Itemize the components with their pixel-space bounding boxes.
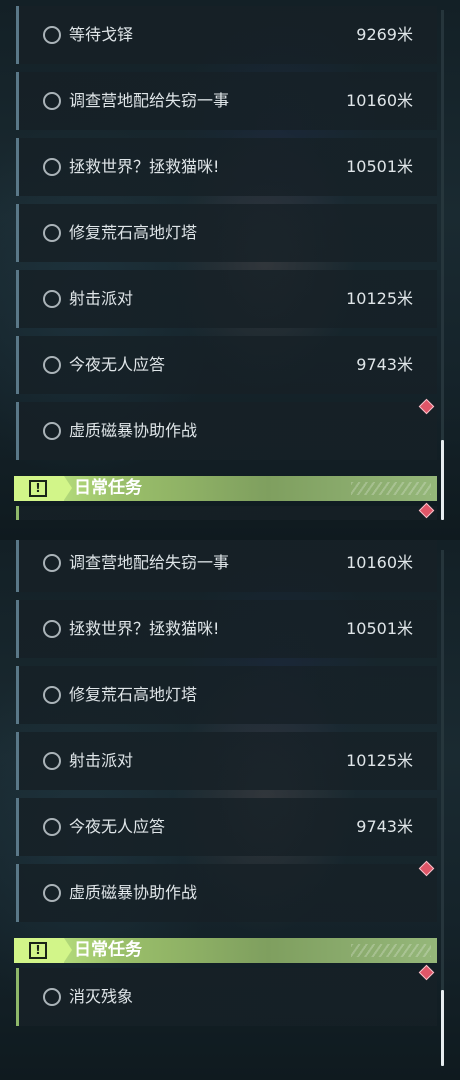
exclamation-icon: !	[29, 942, 47, 959]
radio-icon	[43, 422, 61, 440]
radio-icon	[43, 158, 61, 176]
quest-panel-bottom: 调查营地配给失窃一事 10160米 拯救世界？拯救猫咪! 10501米 修复荒石…	[0, 540, 460, 1080]
quest-distance: 9743米	[356, 817, 413, 836]
quest-row[interactable]: 虚质磁暴协助作战	[16, 864, 437, 922]
quest-name: 修复荒石高地灯塔	[69, 223, 198, 242]
quest-name: 虚质磁暴协助作战	[69, 883, 198, 902]
quest-row[interactable]: 修复荒石高地灯塔	[16, 666, 437, 724]
quest-name: 今夜无人应答	[69, 355, 166, 374]
section-title: 日常任务	[74, 940, 142, 960]
quest-row[interactable]: 调查营地配给失窃一事 10160米	[16, 540, 437, 592]
decor-stripes	[351, 482, 431, 495]
quest-distance: 10501米	[346, 619, 413, 638]
quest-name: 拯救世界？拯救猫咪!	[69, 619, 220, 638]
scrollbar-thumb[interactable]	[441, 440, 444, 520]
quest-row[interactable]: 等待戈铎 9269米	[16, 6, 437, 64]
radio-icon	[43, 988, 61, 1006]
quest-row[interactable]: 射击派对 10125米	[16, 732, 437, 790]
quest-list: 调查营地配给失窃一事 10160米 拯救世界？拯救猫咪! 10501米 修复荒石…	[0, 540, 460, 1080]
quest-row[interactable]: 调查营地配给失窃一事 10160米	[16, 72, 437, 130]
quest-name: 今夜无人应答	[69, 817, 166, 836]
quest-name: 拯救世界？拯救猫咪!	[69, 157, 220, 176]
radio-icon	[43, 92, 61, 110]
quest-row[interactable]: 拯救世界？拯救猫咪! 10501米	[16, 138, 437, 196]
section-tag: !	[14, 938, 64, 963]
radio-icon	[43, 290, 61, 308]
quest-row[interactable]: 拯救世界？拯救猫咪! 10501米	[16, 600, 437, 658]
scrollbar-track[interactable]	[441, 550, 444, 1066]
quest-name: 修复荒石高地灯塔	[69, 685, 198, 704]
quest-distance: 10125米	[346, 751, 413, 770]
exclamation-icon: !	[29, 480, 47, 497]
quest-name: 调查营地配给失窃一事	[69, 91, 230, 110]
quest-panel-top: 等待戈铎 9269米 调查营地配给失窃一事 10160米 拯救世界？拯救猫咪! …	[0, 0, 460, 540]
radio-icon	[43, 224, 61, 242]
radio-icon	[43, 356, 61, 374]
quest-row[interactable]: 今夜无人应答 9743米	[16, 336, 437, 394]
quest-row[interactable]: 今夜无人应答 9743米	[16, 798, 437, 856]
quest-distance: 10125米	[346, 289, 413, 308]
radio-icon	[43, 752, 61, 770]
quest-row[interactable]: 射击派对 10125米	[16, 270, 437, 328]
daily-quest-row[interactable]: 消灭残象	[16, 968, 437, 1026]
quest-distance: 9269米	[356, 25, 413, 44]
quest-row[interactable]: 虚质磁暴协助作战	[16, 402, 437, 460]
radio-icon	[43, 818, 61, 836]
section-title: 日常任务	[74, 478, 142, 498]
quest-name: 等待戈铎	[69, 25, 134, 44]
scrollbar-thumb[interactable]	[441, 990, 444, 1066]
radio-icon	[43, 686, 61, 704]
quest-distance: 10501米	[346, 157, 413, 176]
quest-list: 等待戈铎 9269米 调查营地配给失窃一事 10160米 拯救世界？拯救猫咪! …	[0, 0, 460, 540]
quest-distance: 10160米	[346, 553, 413, 572]
radio-icon	[43, 26, 61, 44]
radio-icon	[43, 884, 61, 902]
tag-arrow	[64, 476, 72, 500]
quest-name: 虚质磁暴协助作战	[69, 421, 198, 440]
quest-name: 消灭残象	[69, 987, 134, 1006]
section-header-daily[interactable]: ! 日常任务	[14, 476, 437, 501]
decor-stripes	[351, 944, 431, 957]
tag-arrow	[64, 938, 72, 962]
quest-name: 射击派对	[69, 289, 134, 308]
radio-icon	[43, 620, 61, 638]
section-tag: !	[14, 476, 64, 501]
quest-name: 调查营地配给失窃一事	[69, 553, 230, 572]
quest-row[interactable]: 修复荒石高地灯塔	[16, 204, 437, 262]
quest-distance: 10160米	[346, 91, 413, 110]
quest-distance: 9743米	[356, 355, 413, 374]
quest-row-partial[interactable]	[16, 506, 437, 520]
section-header-daily[interactable]: ! 日常任务	[14, 938, 437, 963]
quest-name: 射击派对	[69, 751, 134, 770]
radio-icon	[43, 554, 61, 572]
